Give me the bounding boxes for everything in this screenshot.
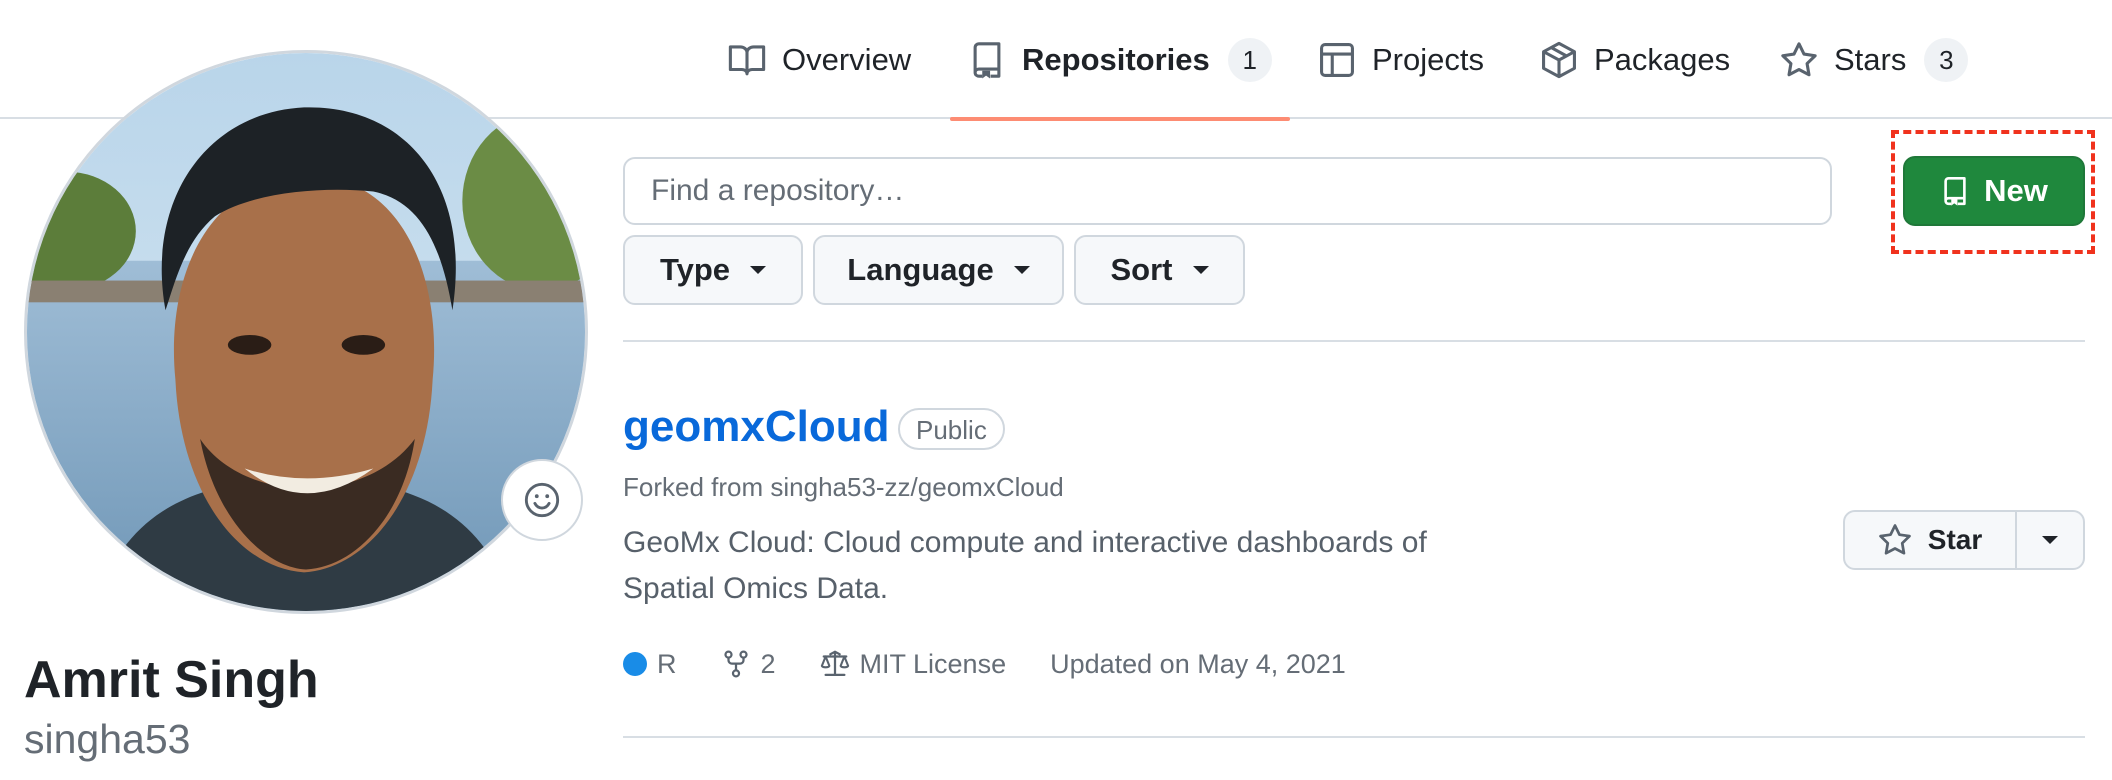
language-filter-button[interactable]: Language [813,235,1064,305]
divider [623,736,2085,738]
repo-icon [968,41,1006,79]
updated-label: Updated on May 4, 2021 [1050,648,1346,679]
tab-label: Projects [1372,41,1484,77]
sort-filter-label: Sort [1110,252,1173,287]
profile-full-name: Amrit Singh [24,651,319,709]
law-icon [820,650,849,676]
star-icon [1780,41,1818,79]
repo-meta: R 2 MIT License Updated on May 4, 2021 [623,644,1390,684]
new-repository-button[interactable]: New [1903,156,2085,226]
star-label: Star [1927,524,1983,555]
profile-username: singha53 [24,716,191,762]
chevron-down-icon [750,266,767,274]
forked-from-text[interactable]: Forked from singha53-zz/geomxCloud [623,472,1064,503]
tab-label: Overview [782,41,912,77]
language-color-dot [623,652,647,676]
chevron-down-icon [2042,536,2058,544]
repo-description: GeoMx Cloud: Cloud compute and interacti… [623,526,1427,605]
forks-count: 2 [760,648,776,679]
repo-icon [1944,176,1966,206]
package-icon [1540,41,1578,79]
tab-label: Stars [1834,41,1907,77]
repo-language: R [623,649,677,680]
avatar[interactable] [24,50,588,614]
fork-icon [723,650,748,678]
star-button[interactable]: Star [1845,512,2017,568]
tab-projects[interactable]: Projects [1318,0,1484,119]
type-filter-button[interactable]: Type [623,235,803,305]
repositories-count-badge: 1 [1227,37,1272,82]
profile-photo [27,53,585,611]
star-icon [1878,524,1911,555]
repo-updated: Updated on May 4, 2021 [1050,649,1346,680]
repo-forks[interactable]: 2 [721,649,776,680]
set-status-button[interactable] [501,459,583,541]
chevron-down-icon [1013,266,1030,274]
chevron-down-icon [1192,266,1209,274]
type-filter-label: Type [659,252,731,287]
tab-overview[interactable]: Overview [728,0,911,119]
license-label: MIT License [859,648,1007,679]
find-repository-input[interactable] [623,157,1832,225]
stars-count-badge: 3 [1924,37,1969,82]
repo-license: MIT License [820,648,1007,680]
star-button-group: Star [1843,510,2085,570]
language-filter-label: Language [847,252,994,287]
smiley-icon [524,482,560,518]
sort-filter-button[interactable]: Sort [1074,235,1245,305]
book-icon [728,41,766,79]
table-icon [1318,41,1356,79]
tab-repositories[interactable]: Repositories 1 [950,0,1290,121]
tab-stars[interactable]: Stars 3 [1780,0,1969,119]
new-button-label: New [1984,173,2048,208]
tab-label: Packages [1594,41,1731,77]
divider [623,340,2085,342]
tab-label: Repositories [1022,41,1210,77]
tab-packages[interactable]: Packages [1540,0,1730,119]
visibility-badge: Public [898,408,1005,450]
language-label: R [657,648,677,679]
repo-name-link[interactable]: geomxCloud [623,402,889,452]
star-lists-dropdown[interactable] [2017,512,2083,568]
